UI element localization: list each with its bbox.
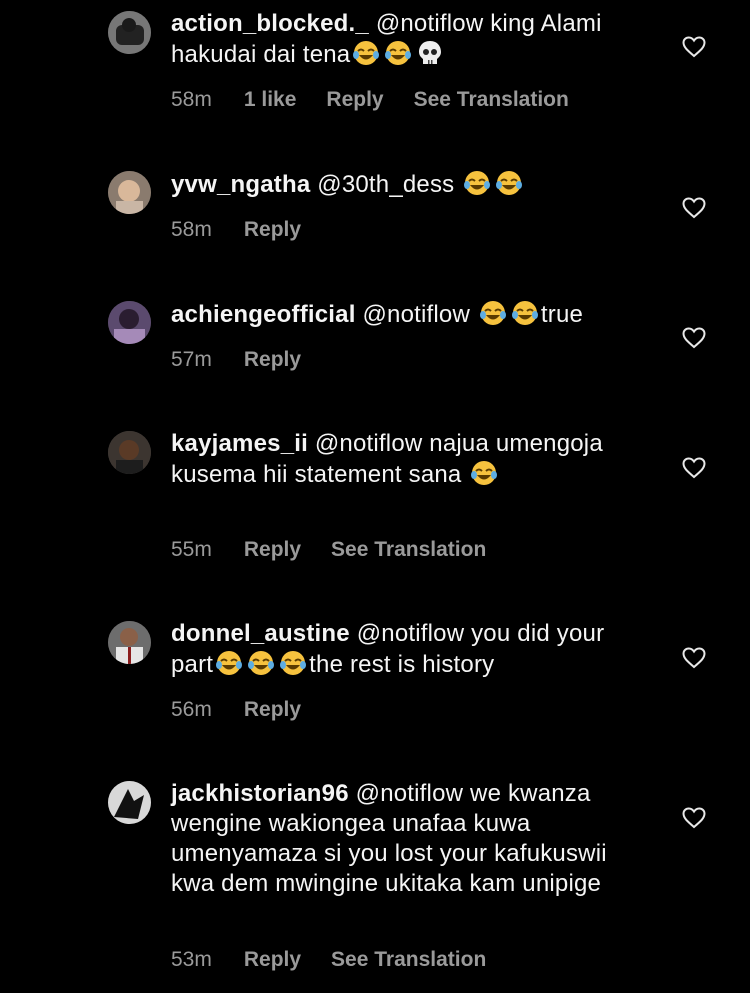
avatar[interactable]: [108, 621, 151, 664]
comment-username[interactable]: jackhistorian96: [171, 780, 349, 807]
laughing-face-icon: [385, 41, 412, 65]
comment-text: yvw_ngatha @30th_dess: [171, 169, 641, 200]
reply-button[interactable]: Reply: [244, 948, 301, 971]
reply-button[interactable]: Reply: [326, 88, 383, 111]
laughing-face-icon: [353, 41, 380, 65]
comment-meta: 55m Reply See Translation: [171, 538, 516, 562]
comment-text: achiengeofficial @notiflow true: [171, 299, 641, 330]
comment-time: 55m: [171, 538, 212, 561]
comment-meta: 53m Reply See Translation: [171, 948, 516, 972]
avatar[interactable]: [108, 171, 151, 214]
reply-button[interactable]: Reply: [244, 218, 301, 241]
comment-time: 56m: [171, 698, 212, 721]
comment-content: @30th_dess: [317, 171, 455, 198]
comment-text: donnel_austine @notiflow you did your pa…: [171, 619, 641, 680]
see-translation-button[interactable]: See Translation: [331, 948, 486, 971]
comment-text: jackhistorian96 @notiflow we kwanza weng…: [171, 779, 641, 899]
heart-icon[interactable]: [682, 647, 706, 669]
comment-content-after: true: [540, 301, 584, 328]
reply-button[interactable]: Reply: [244, 348, 301, 371]
laughing-face-icon: [216, 651, 243, 675]
laughing-face-icon: [248, 651, 275, 675]
reply-button[interactable]: Reply: [244, 538, 301, 561]
see-translation-button[interactable]: See Translation: [331, 538, 486, 561]
laughing-face-icon: [511, 301, 538, 325]
comment-meta: 58m 1 like Reply See Translation: [171, 88, 599, 112]
laughing-face-icon: [471, 461, 498, 485]
comment-text: action_blocked._ @notiflow king Alami ha…: [171, 9, 641, 70]
comment-text: kayjames_ii @notiflow najua umengoja kus…: [171, 429, 641, 490]
comment-time: 53m: [171, 948, 212, 971]
comment-username[interactable]: action_blocked._: [171, 10, 369, 37]
comment-time: 57m: [171, 348, 212, 371]
see-translation-button[interactable]: See Translation: [414, 88, 569, 111]
heart-icon[interactable]: [682, 457, 706, 479]
comment-content: @notiflow: [362, 301, 471, 328]
comment-meta: 56m Reply: [171, 698, 331, 722]
laughing-face-icon: [496, 171, 523, 195]
laughing-face-icon: [464, 171, 491, 195]
reply-button[interactable]: Reply: [244, 698, 301, 721]
comment-username[interactable]: achiengeofficial: [171, 301, 356, 328]
skull-icon: [419, 41, 442, 64]
likes-count[interactable]: 1 like: [244, 88, 297, 111]
heart-icon[interactable]: [682, 327, 706, 349]
laughing-face-icon: [479, 301, 506, 325]
avatar[interactable]: [108, 781, 151, 824]
comment-content-after: the rest is history: [309, 651, 495, 678]
comment-meta: 58m Reply: [171, 218, 331, 242]
comment-username[interactable]: kayjames_ii: [171, 430, 308, 457]
laughing-face-icon: [280, 651, 307, 675]
comment-time: 58m: [171, 218, 212, 241]
comment-meta: 57m Reply: [171, 348, 331, 372]
heart-icon[interactable]: [682, 197, 706, 219]
heart-icon[interactable]: [682, 807, 706, 829]
comment-username[interactable]: yvw_ngatha: [171, 171, 310, 198]
heart-icon[interactable]: [682, 36, 706, 58]
avatar[interactable]: [108, 431, 151, 474]
comment-username[interactable]: donnel_austine: [171, 620, 350, 647]
avatar[interactable]: [108, 301, 151, 344]
comment-time: 58m: [171, 88, 212, 111]
avatar[interactable]: [108, 11, 151, 54]
